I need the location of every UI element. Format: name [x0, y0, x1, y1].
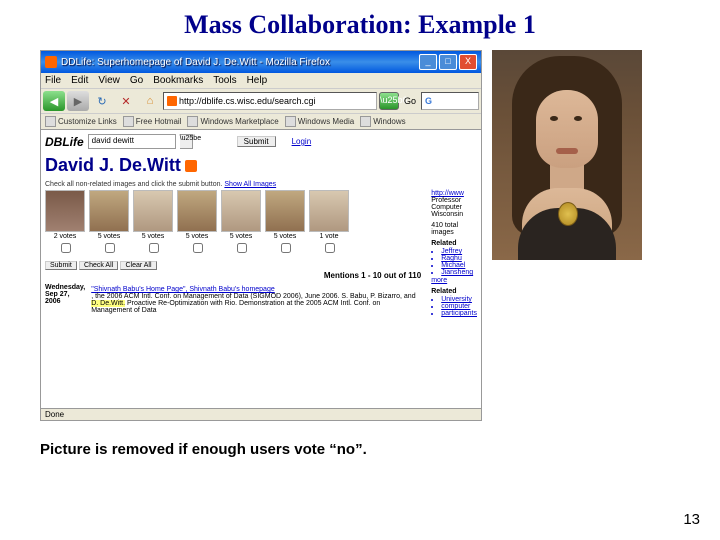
bookmark-icon: [285, 116, 296, 127]
go-label: Go: [401, 96, 419, 106]
window-title: DDLife: Superhomepage of David J. De.Wit…: [61, 57, 419, 68]
menu-file[interactable]: File: [45, 75, 61, 86]
bookmark-item[interactable]: Windows Marketplace: [187, 116, 278, 127]
submit-button[interactable]: Submit: [237, 136, 276, 147]
page-content: DBLife david dewitt \u25be Submit Login …: [41, 130, 481, 408]
firefox-icon: [45, 56, 57, 68]
back-button[interactable]: ◀: [43, 91, 65, 111]
nav-toolbar: ◀ ▶ ↻ ✕ ⌂ http://dblife.cs.wisc.edu/sear…: [41, 89, 481, 114]
menu-tools[interactable]: Tools: [213, 75, 236, 86]
bookmark-icon: [360, 116, 371, 127]
minimize-button[interactable]: _: [419, 54, 437, 70]
page-number: 13: [683, 511, 700, 528]
thumbnail[interactable]: [45, 190, 85, 232]
related-link[interactable]: computer: [441, 303, 477, 310]
thumbnail[interactable]: [221, 190, 261, 232]
stop-button[interactable]: ✕: [115, 91, 137, 111]
mention-date: Wednesday,Sep 27, 2006: [45, 284, 85, 314]
go-button[interactable]: \u25b6: [379, 92, 399, 110]
home-button[interactable]: ⌂: [139, 91, 161, 111]
related-link[interactable]: Jiansheng: [441, 269, 477, 276]
maximize-button[interactable]: □: [439, 54, 457, 70]
slide-title: Mass Collaboration: Example 1: [0, 0, 720, 50]
thumbnail[interactable]: [133, 190, 173, 232]
bookmark-item[interactable]: Windows Media: [285, 116, 354, 127]
close-button[interactable]: X: [459, 54, 477, 70]
homepage-link[interactable]: "Shivnath Babu's Home Page", Shivnath Ba…: [91, 286, 275, 293]
related-link[interactable]: participants: [441, 310, 477, 317]
bookmark-item[interactable]: Customize Links: [45, 116, 117, 127]
vote-checkbox[interactable]: [61, 243, 71, 253]
menu-view[interactable]: View: [98, 75, 120, 86]
url-input[interactable]: http://dblife.cs.wisc.edu/search.cgi: [163, 92, 377, 110]
related-heading: Related: [431, 288, 477, 295]
site-logo[interactable]: DBLife: [45, 135, 84, 149]
login-link[interactable]: Login: [292, 137, 312, 146]
related-link[interactable]: University: [441, 296, 477, 303]
page-search-input[interactable]: david dewitt: [88, 134, 176, 149]
vote-checkbox[interactable]: [149, 243, 159, 253]
instruction-text: Check all non-related images and click t…: [45, 181, 477, 188]
rss-icon[interactable]: [185, 160, 197, 172]
menu-help[interactable]: Help: [247, 75, 268, 86]
menu-go[interactable]: Go: [130, 75, 143, 86]
site-icon: [167, 96, 177, 106]
mention-snippet: "Shivnath Babu's Home Page", Shivnath Ba…: [91, 286, 421, 314]
pendant-icon: [558, 202, 578, 226]
related-link[interactable]: Raghu: [441, 255, 477, 262]
vote-checkbox[interactable]: [237, 243, 247, 253]
sidebar: http://www Professor Computer Wisconsin …: [431, 190, 477, 318]
clear-all-button[interactable]: Clear All: [120, 261, 156, 270]
more-link[interactable]: more: [431, 277, 477, 284]
homepage-url[interactable]: http://www: [431, 190, 477, 197]
vote-checkbox[interactable]: [325, 243, 335, 253]
menu-bar: File Edit View Go Bookmarks Tools Help: [41, 73, 481, 89]
show-all-link[interactable]: Show All Images: [224, 181, 276, 188]
thumbnail[interactable]: [177, 190, 217, 232]
thumbnail-row: 2 votes 5 votes 5 votes 5 votes 5 votes …: [45, 190, 421, 256]
bookmark-icon: [45, 116, 56, 127]
submit-votes-button[interactable]: Submit: [45, 261, 77, 270]
thumbnail[interactable]: [309, 190, 349, 232]
bookmark-item[interactable]: Windows: [360, 116, 405, 127]
search-input[interactable]: G: [421, 92, 479, 110]
check-all-button[interactable]: Check All: [79, 261, 118, 270]
browser-window: DDLife: Superhomepage of David J. De.Wit…: [40, 50, 482, 421]
forward-button[interactable]: ▶: [67, 91, 89, 111]
vote-checkbox[interactable]: [193, 243, 203, 253]
bookmarks-toolbar: Customize Links Free Hotmail Windows Mar…: [41, 114, 481, 130]
status-bar: Done: [41, 408, 481, 420]
thumbnail[interactable]: [265, 190, 305, 232]
related-heading: Related: [431, 240, 477, 247]
vote-checkbox[interactable]: [105, 243, 115, 253]
bookmark-icon: [187, 116, 198, 127]
bookmark-icon: [123, 116, 134, 127]
bookmark-item[interactable]: Free Hotmail: [123, 116, 182, 127]
portrait-photo: [492, 50, 642, 260]
mentions-count: Mentions 1 - 10 out of 110: [45, 271, 421, 280]
menu-edit[interactable]: Edit: [71, 75, 88, 86]
person-name: David J. De.Witt: [45, 152, 477, 179]
menu-bookmarks[interactable]: Bookmarks: [153, 75, 203, 86]
thumbnail[interactable]: [89, 190, 129, 232]
related-link[interactable]: Jeffrey: [441, 248, 477, 255]
dropdown-icon[interactable]: \u25be: [180, 134, 193, 149]
slide-caption: Picture is removed if enough users vote …: [0, 421, 720, 458]
highlight: D. De.Witt.: [91, 300, 125, 307]
reload-button[interactable]: ↻: [91, 91, 113, 111]
vote-checkbox[interactable]: [281, 243, 291, 253]
related-link[interactable]: Michael: [441, 262, 477, 269]
titlebar: DDLife: Superhomepage of David J. De.Wit…: [41, 51, 481, 73]
